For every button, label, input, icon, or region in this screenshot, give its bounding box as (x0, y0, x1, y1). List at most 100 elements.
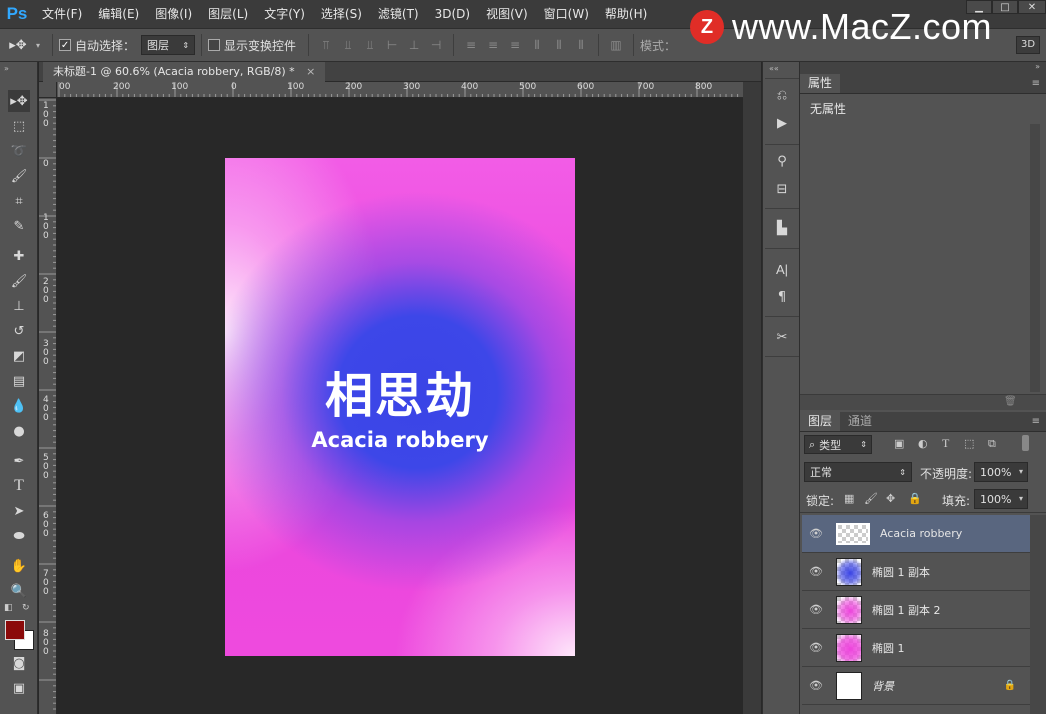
ruler-origin[interactable] (39, 82, 57, 98)
layer-name[interactable]: 背景 (872, 678, 894, 694)
healing-brush-tool-icon[interactable]: ✚ (8, 245, 30, 267)
foreground-color-swatch[interactable] (5, 620, 25, 640)
lock-all-icon[interactable]: 🔒 (908, 492, 922, 505)
layer-name[interactable]: Acacia robbery (880, 527, 962, 540)
crop-tool-icon[interactable]: ⌗ (8, 190, 30, 212)
align-top-icon[interactable]: ⫪ (318, 37, 334, 53)
menu-layer[interactable]: 图层(L) (200, 0, 256, 28)
layer-row[interactable]: 👁 Acacia robbery (802, 515, 1030, 553)
filter-shape-icon[interactable]: ⬚ (964, 437, 974, 450)
blur-tool-icon[interactable]: 💧 (8, 395, 30, 417)
distribute-bottom-icon[interactable]: ≡ (507, 37, 523, 53)
lock-image-icon[interactable]: 🖌 (864, 492, 878, 505)
filter-pixel-icon[interactable]: ▣ (894, 437, 904, 450)
filter-adjustment-icon[interactable]: ◐ (918, 437, 928, 450)
menu-help[interactable]: 帮助(H) (597, 0, 655, 28)
layer-name[interactable]: 椭圆 1 副本 (872, 564, 930, 580)
eraser-tool-icon[interactable]: ◩ (8, 345, 30, 367)
tool-presets-panel-icon[interactable]: ✂ (771, 326, 793, 348)
panel-collapse-icon[interactable]: » (1035, 62, 1040, 71)
character-panel-icon[interactable]: A| (771, 258, 793, 280)
fill-dropdown-icon[interactable]: ▾ (1014, 491, 1028, 507)
type-tool-icon[interactable]: T (8, 475, 30, 497)
align-left-icon[interactable]: ⊢ (384, 37, 400, 53)
clone-source-panel-icon[interactable]: ▙ (771, 217, 793, 239)
properties-scrollbar[interactable] (1030, 124, 1040, 392)
distribute-right-icon[interactable]: ⦀ (573, 37, 589, 53)
move-tool-icon[interactable]: ▸✥ (8, 90, 30, 112)
auto-select-target-select[interactable]: 图层 ⇕ (141, 35, 196, 55)
menu-edit[interactable]: 编辑(E) (90, 0, 147, 28)
tab-layers[interactable]: 图层 (800, 412, 841, 431)
eye-icon[interactable]: 👁 (802, 679, 830, 692)
menu-select[interactable]: 选择(S) (313, 0, 370, 28)
quick-mask-icon[interactable]: ◙ (8, 652, 30, 674)
filter-smart-object-icon[interactable]: ⧉ (988, 437, 996, 451)
tab-channels[interactable]: 通道 (840, 412, 880, 431)
paragraph-panel-icon[interactable]: ¶ (771, 286, 793, 308)
hand-tool-icon[interactable]: ✋ (8, 555, 30, 577)
horizontal-ruler[interactable]: 00 200 100 0 100 200 300 400 500 600 700… (57, 82, 743, 98)
distribute-left-icon[interactable]: ⦀ (529, 37, 545, 53)
menu-view[interactable]: 视图(V) (478, 0, 536, 28)
panel-collapse-icon[interactable]: » (4, 64, 9, 73)
clone-stamp-tool-icon[interactable]: ⊥ (8, 295, 30, 317)
filter-toggle[interactable] (1022, 435, 1029, 451)
layer-filter-select[interactable]: ⌕ 类型 ⇕ (804, 435, 872, 454)
show-transform-checkbox[interactable] (208, 39, 221, 51)
panel-menu-icon[interactable]: ≡ (1032, 412, 1040, 431)
menu-3d[interactable]: 3D(D) (427, 0, 478, 28)
pen-tool-icon[interactable]: ✒ (8, 450, 30, 472)
layers-scrollbar[interactable] (1030, 515, 1046, 714)
marquee-tool-icon[interactable]: ⬚ (8, 115, 30, 137)
eyedropper-tool-icon[interactable]: ✎ (8, 215, 30, 237)
document-scrollbar[interactable] (743, 82, 761, 714)
tab-properties[interactable]: 属性 (800, 74, 841, 93)
dock-collapse-icon[interactable]: «« (769, 64, 779, 73)
menu-image[interactable]: 图像(I) (147, 0, 200, 28)
3d-mode-button[interactable]: 3D (1016, 36, 1040, 54)
lock-position-icon[interactable]: ✥ (886, 492, 895, 505)
menu-type[interactable]: 文字(Y) (256, 0, 313, 28)
vertical-ruler[interactable]: 1 0 0 0 1 0 0 2 0 0 3 0 0 4 0 0 5 0 0 6 … (39, 98, 57, 714)
layer-row[interactable]: 👁 背景 🔒 (802, 667, 1030, 705)
swap-colors-icon[interactable]: ↻ (22, 603, 30, 613)
eye-icon[interactable]: 👁 (802, 603, 830, 616)
distribute-vcenter-icon[interactable]: ≡ (485, 37, 501, 53)
distribute-hcenter-icon[interactable]: ⦀ (551, 37, 567, 53)
close-button[interactable]: ✕ (1018, 0, 1046, 14)
quick-select-tool-icon[interactable]: 🖌 (8, 165, 30, 187)
menu-file[interactable]: 文件(F) (34, 0, 90, 28)
close-tab-icon[interactable]: × (306, 65, 315, 78)
filter-type-icon[interactable]: T (942, 436, 949, 451)
ellipse-tool-icon[interactable]: ⬬ (8, 525, 30, 547)
layer-row[interactable]: 👁 椭圆 1 (802, 629, 1030, 667)
brush-tool-icon[interactable]: 🖌 (8, 270, 30, 292)
eye-icon[interactable]: 👁 (802, 527, 830, 540)
zoom-tool-icon[interactable]: 🔍 (8, 580, 30, 602)
eye-icon[interactable]: 👁 (802, 641, 830, 654)
history-panel-icon[interactable]: ⎌ (771, 84, 793, 106)
document-tab[interactable]: 未标题-1 @ 60.6% (Acacia robbery, RGB/8) * … (43, 62, 326, 82)
move-tool-preset-icon[interactable]: ▸✥ (0, 38, 36, 53)
menu-filter[interactable]: 滤镜(T) (370, 0, 427, 28)
brush-presets-panel-icon[interactable]: ⊟ (771, 178, 793, 200)
brushes-panel-icon[interactable]: ⚲ (771, 150, 793, 172)
lasso-tool-icon[interactable]: ➰ (8, 140, 30, 162)
document-canvas[interactable]: 相思劫 Acacia robbery (225, 158, 575, 656)
layer-name[interactable]: 椭圆 1 (872, 640, 905, 656)
align-right-icon[interactable]: ⊣ (428, 37, 444, 53)
blend-mode-select[interactable]: 正常 ⇕ (804, 462, 912, 482)
default-colors-icon[interactable]: ◧ (4, 603, 13, 613)
layer-row[interactable]: 👁 椭圆 1 副本 (802, 553, 1030, 591)
panel-menu-icon[interactable]: ≡ (1032, 74, 1040, 93)
layer-name[interactable]: 椭圆 1 副本 2 (872, 602, 941, 618)
align-hcenter-icon[interactable]: ⊥ (406, 37, 422, 53)
auto-select-checkbox[interactable]: ✓ (59, 39, 72, 51)
menu-window[interactable]: 窗口(W) (536, 0, 597, 28)
maximize-button[interactable]: □ (992, 0, 1018, 14)
eye-icon[interactable]: 👁 (802, 565, 830, 578)
lock-transparent-icon[interactable]: ▦ (844, 492, 854, 505)
align-bottom-icon[interactable]: ⫫ (362, 37, 378, 53)
actions-panel-icon[interactable]: ▶ (771, 112, 793, 134)
